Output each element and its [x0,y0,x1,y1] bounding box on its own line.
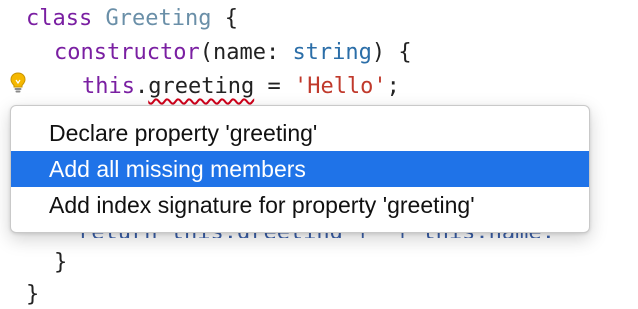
param-name: name [212,40,266,65]
class-keyword: class [26,6,93,31]
code-line-assignment: this.greeting = 'Hello'; [82,72,400,102]
constructor-keyword: constructor [54,40,200,65]
string-literal: 'Hello' [293,74,387,99]
paren-close: ) { [371,40,412,65]
code-line-class-declaration: class Greeting { [26,4,238,34]
code-line-close-method: } [54,248,67,278]
semicolon: ; [386,74,400,99]
quick-fix-add-all-missing-members[interactable]: Add all missing members [11,151,589,187]
code-editor[interactable]: class Greeting { constructor(name: strin… [0,0,638,309]
quick-fix-declare-property[interactable]: Declare property 'greeting' [11,115,589,151]
open-brace: { [224,6,238,31]
code-line-constructor: constructor(name: string) { [54,38,412,68]
code-line-close-class: } [26,280,39,309]
lightbulb-icon[interactable] [10,72,26,94]
quick-fix-menu: Declare property 'greeting' Add all miss… [10,105,590,233]
param-type: string [292,40,372,65]
this-keyword: this [82,74,135,99]
greeting-property-error[interactable]: greeting [148,74,254,99]
assign-operator: = [254,74,294,99]
class-name: Greeting [105,6,212,31]
close-brace-method: } [54,250,68,275]
quick-fix-add-index-signature[interactable]: Add index signature for property 'greeti… [11,187,589,223]
close-brace-class: } [26,282,40,307]
paren-open: ( [199,40,213,65]
type-colon: : [265,40,293,65]
member-dot: . [134,74,149,99]
